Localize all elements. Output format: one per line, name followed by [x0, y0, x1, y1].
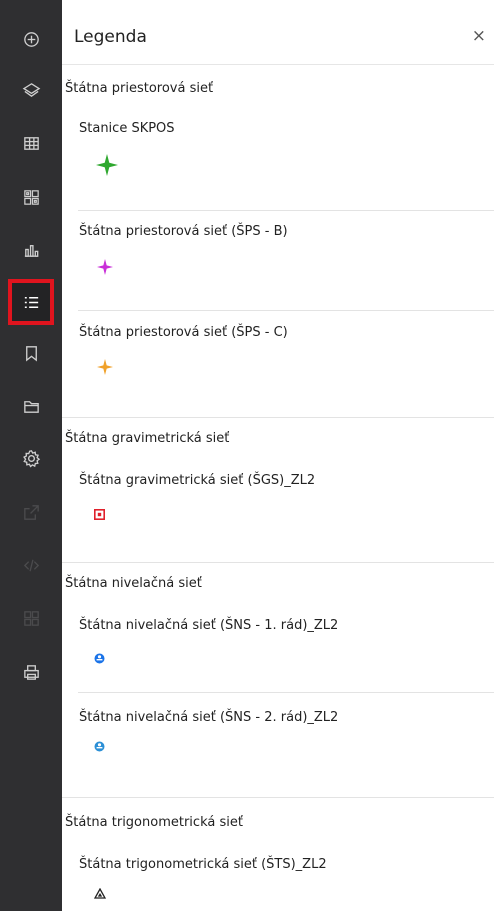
group-divider	[62, 562, 494, 563]
share-icon	[23, 504, 39, 520]
orange-star-symbol	[97, 359, 113, 375]
add-data-button[interactable]	[8, 16, 54, 62]
layer-divider	[78, 210, 494, 211]
qr-grid-button[interactable]	[8, 174, 54, 220]
layers-button[interactable]	[8, 67, 54, 113]
qr-grid-icon	[23, 189, 39, 205]
layer-divider	[78, 310, 494, 311]
legend-button[interactable]	[8, 279, 54, 325]
legend-group-title: Štátna gravimetrická sieť	[65, 431, 230, 446]
settings-icon	[22, 449, 40, 468]
red-square-symbol	[94, 509, 105, 520]
legend-icon	[24, 296, 38, 308]
triangle-symbol	[94, 888, 106, 899]
blue-marker-symbol	[94, 653, 105, 664]
panel-header: Legenda ×	[62, 0, 494, 65]
legend-layer-title: Štátna priestorová sieť (ŠPS - B)	[79, 224, 288, 239]
bookmark-button[interactable]	[8, 330, 54, 376]
app-frame: Legenda × Štátna priestorová sieť Stanic…	[0, 0, 494, 911]
add-data-icon	[23, 31, 39, 47]
group-divider	[62, 417, 494, 418]
legend-group-title: Štátna priestorová sieť	[65, 81, 214, 96]
close-button[interactable]: ×	[472, 26, 486, 46]
print-button[interactable]	[8, 649, 54, 695]
table-icon	[23, 136, 39, 150]
blue-marker-symbol	[94, 741, 105, 752]
embed-button[interactable]	[8, 542, 54, 588]
purple-star-symbol	[97, 259, 113, 275]
chart-icon	[24, 244, 38, 257]
layer-divider	[78, 692, 494, 693]
legend-layer-title: Štátna nivelačná sieť (ŠNS - 2. rád)_ZL2	[79, 710, 339, 725]
embed-icon	[23, 559, 39, 571]
bookmark-icon	[25, 345, 37, 362]
table-button[interactable]	[8, 120, 54, 166]
sidebar-toolbar	[0, 0, 62, 911]
legend-group-title: Štátna nivelačná sieť	[65, 576, 202, 591]
grid-button[interactable]	[8, 595, 54, 641]
legend-layer-title: Štátna gravimetrická sieť (ŠGS)_ZL2	[79, 473, 316, 488]
folder-button[interactable]	[8, 383, 54, 429]
print-icon	[23, 664, 39, 680]
layers-icon	[22, 82, 40, 97]
grid-icon	[23, 610, 39, 626]
legend-group-title: Štátna trigonometrická sieť	[65, 815, 243, 830]
legend-layer-title: Štátna priestorová sieť (ŠPS - C)	[79, 325, 288, 340]
legend-layer-title: Štátna trigonometrická sieť (ŠTS)_ZL2	[79, 857, 327, 872]
legend-panel: Legenda × Štátna priestorová sieť Stanic…	[62, 0, 494, 911]
panel-title: Legenda	[74, 27, 147, 47]
folder-icon	[23, 400, 39, 413]
group-divider	[62, 797, 494, 798]
legend-layer-title: Štátna nivelačná sieť (ŠNS - 1. rád)_ZL2	[79, 618, 339, 633]
settings-button[interactable]	[8, 435, 54, 481]
share-button[interactable]	[8, 489, 54, 535]
chart-button[interactable]	[8, 226, 54, 272]
green-star-symbol	[96, 154, 118, 176]
legend-layer-title: Stanice SKPOS	[79, 121, 175, 136]
